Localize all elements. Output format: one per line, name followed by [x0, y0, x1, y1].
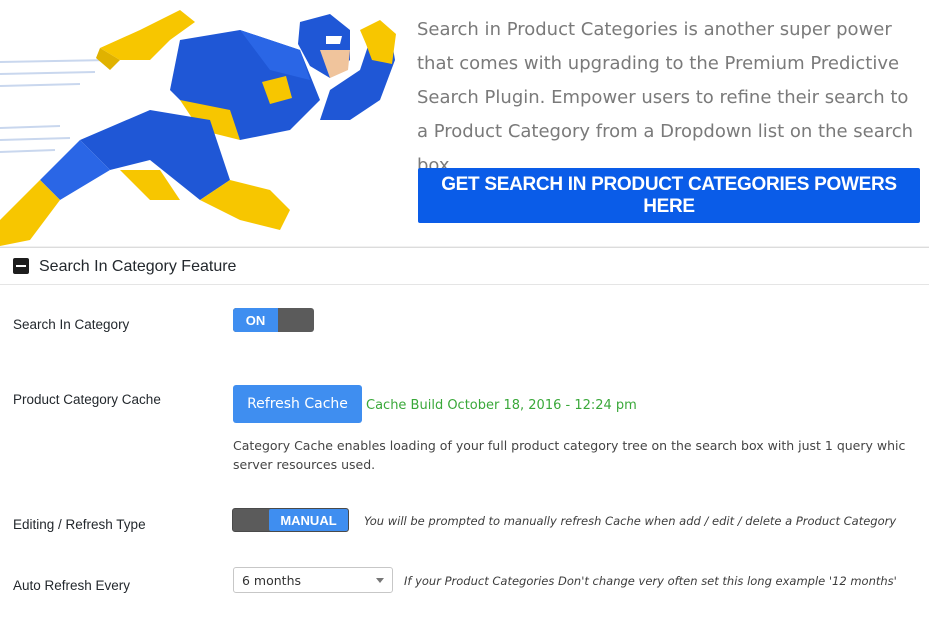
category-cache-label: Product Category Cache	[13, 392, 161, 407]
help-line: server resources used.	[233, 457, 376, 472]
refresh-cache-button[interactable]: Refresh Cache	[233, 385, 362, 423]
toggle-manual-label: MANUAL	[269, 509, 348, 531]
toggle-on-label: ON	[233, 308, 278, 332]
auto-refresh-hint: If your Product Categories Don't change …	[404, 574, 897, 588]
panel-header[interactable]: Search In Category Feature	[0, 248, 929, 285]
category-cache-help: Category Cache enables loading of your f…	[233, 436, 913, 474]
chevron-down-icon	[376, 578, 384, 583]
help-line: Category Cache enables loading of your f…	[233, 438, 906, 453]
refresh-type-toggle[interactable]: MANUAL	[232, 508, 349, 532]
promo-banner: Search in Product Categories is another …	[0, 0, 929, 246]
search-in-category-toggle[interactable]: ON	[233, 308, 314, 332]
auto-refresh-label: Auto Refresh Every	[13, 578, 131, 593]
promo-description: Search in Product Categories is another …	[417, 19, 914, 176]
refresh-type-label: Editing / Refresh Type	[13, 517, 146, 532]
collapse-icon[interactable]	[13, 258, 29, 274]
settings-panel: Search In Category Feature Search In Cat…	[0, 247, 929, 625]
select-value: 6 months	[242, 573, 302, 588]
refresh-type-hint: You will be prompted to manually refresh…	[364, 514, 897, 528]
superhero-illustration	[0, 10, 396, 246]
search-in-category-label: Search In Category	[13, 317, 130, 332]
auto-refresh-select[interactable]: 6 months	[233, 567, 393, 593]
get-powers-button[interactable]: GET SEARCH IN PRODUCT CATEGORIES POWERS …	[418, 168, 920, 223]
panel-title: Search In Category Feature	[39, 258, 237, 275]
cache-build-status: Cache Build October 18, 2016 - 12:24 pm	[366, 398, 637, 413]
